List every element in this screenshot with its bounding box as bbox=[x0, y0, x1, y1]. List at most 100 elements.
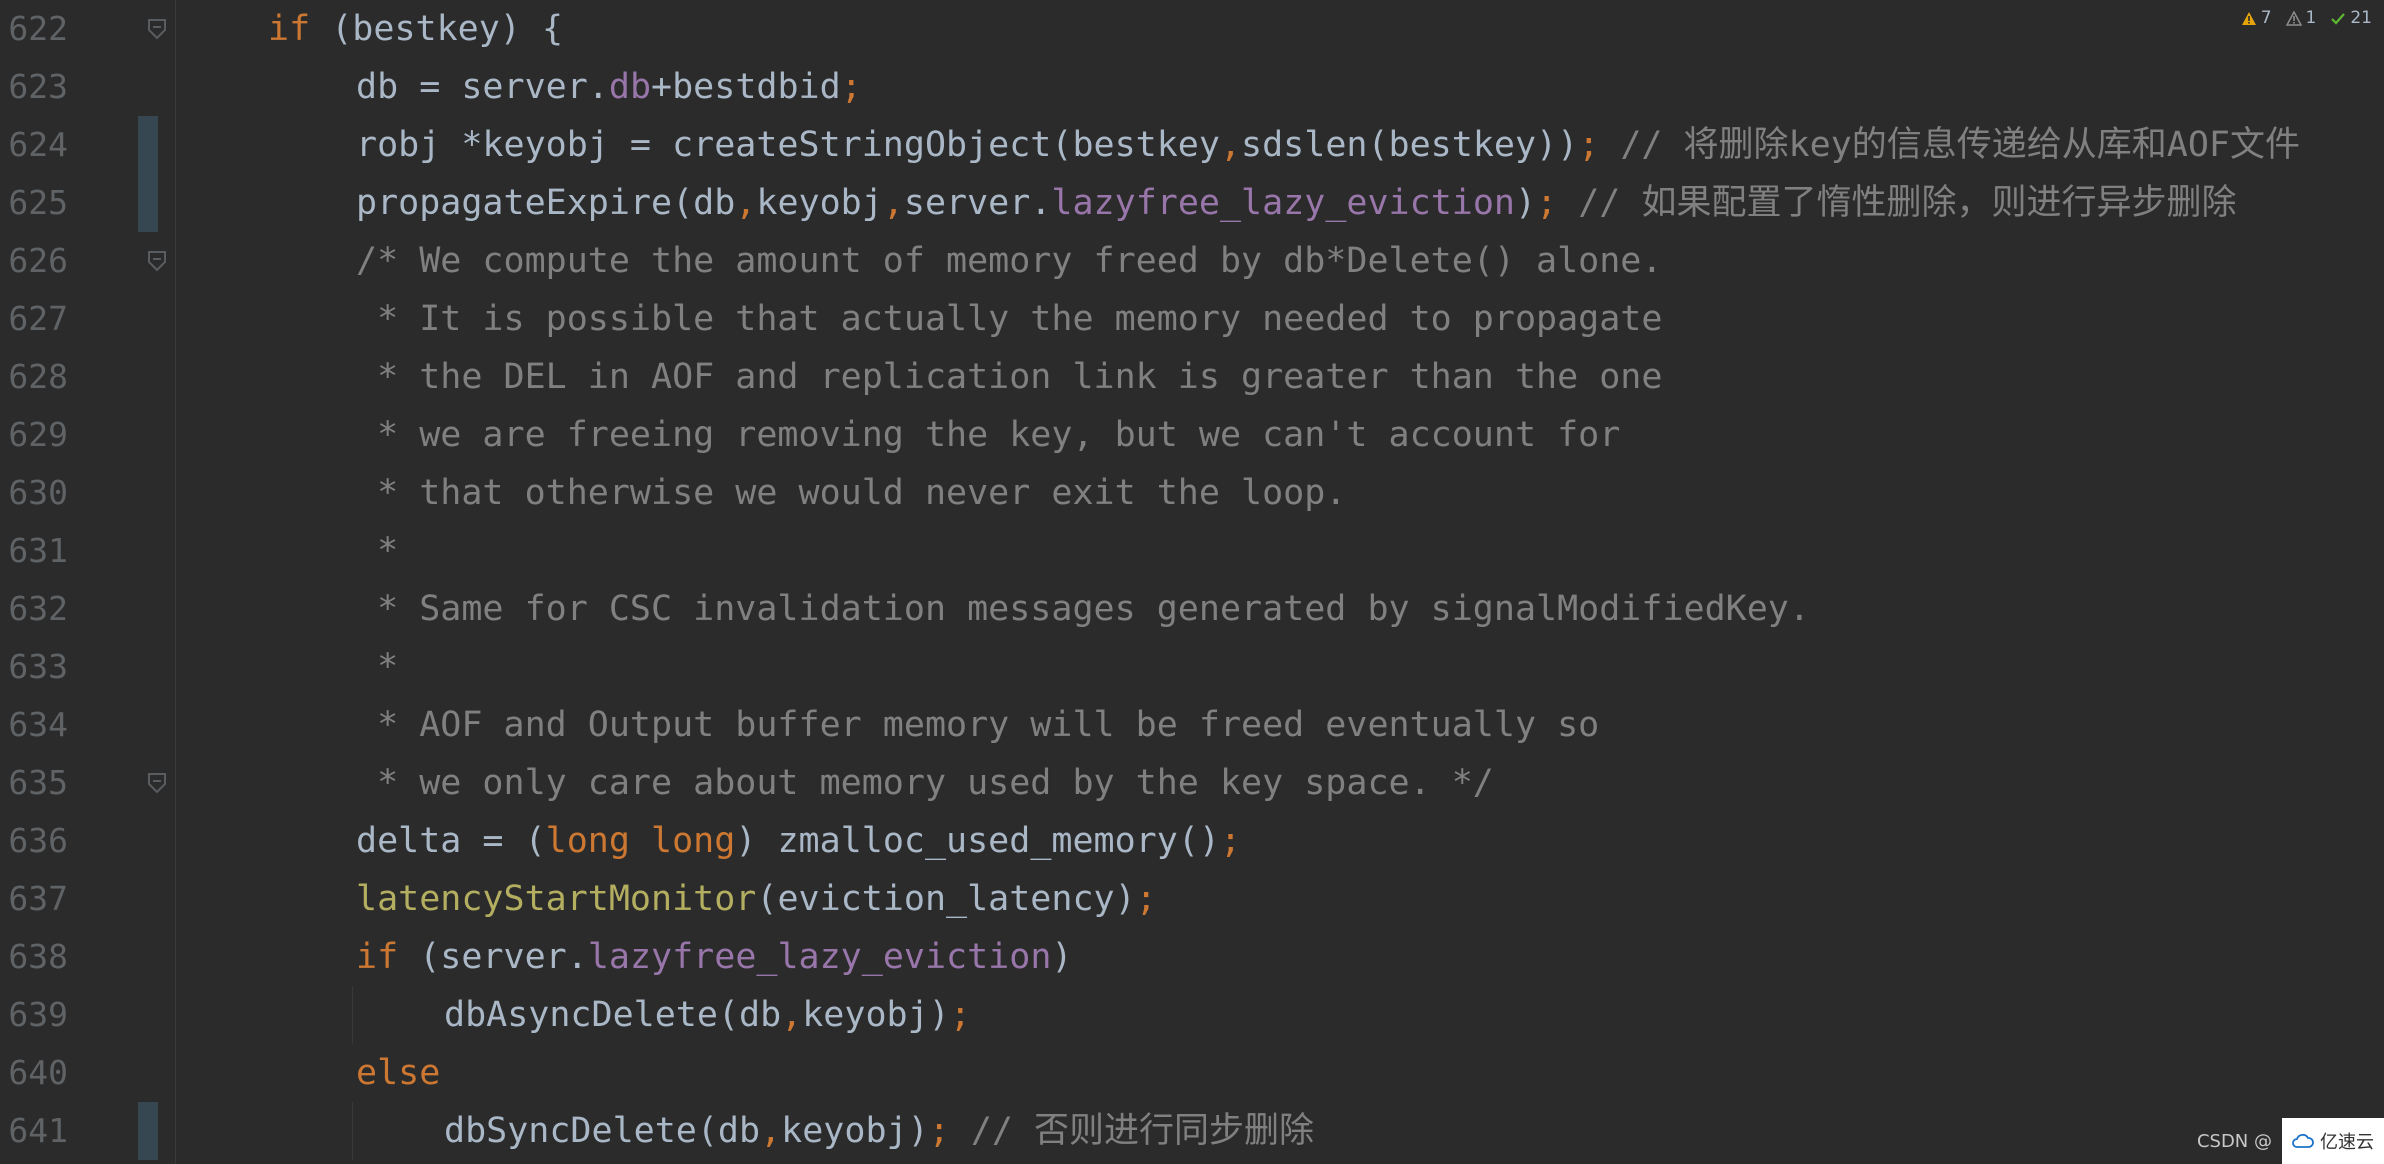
line-number[interactable]: 627 bbox=[0, 290, 68, 348]
line-number[interactable]: 636 bbox=[0, 812, 68, 870]
line-number[interactable]: 624 bbox=[0, 116, 68, 174]
code-line[interactable]: 630 * that otherwise we would never exit… bbox=[0, 464, 2384, 522]
code-text[interactable]: dbAsyncDelete(db,keyobj); bbox=[444, 986, 971, 1044]
line-number[interactable]: 641 bbox=[0, 1102, 68, 1160]
code-line[interactable]: 627 * It is possible that actually the m… bbox=[0, 290, 2384, 348]
indent-guide bbox=[352, 986, 353, 1044]
code-text[interactable]: * bbox=[356, 522, 398, 580]
code-text[interactable]: propagateExpire(db,keyobj,server.lazyfre… bbox=[356, 174, 2236, 232]
code-line[interactable]: 633 * bbox=[0, 638, 2384, 696]
watermark: CSDN @ 亿速云 bbox=[2197, 1118, 2384, 1164]
code-line[interactable]: 639 dbAsyncDelete(db,keyobj); bbox=[0, 986, 2384, 1044]
code-text[interactable]: * Same for CSC invalidation messages gen… bbox=[356, 580, 1810, 638]
code-editor[interactable]: 622 if (bestkey) { 623 db = server.db+bestd… bbox=[0, 0, 2384, 1164]
code-line[interactable]: 634 * AOF and Output buffer memory will … bbox=[0, 696, 2384, 754]
warnings-indicator[interactable]: 7 bbox=[2241, 8, 2272, 28]
code-line[interactable]: 635 * we only care about memory used by … bbox=[0, 754, 2384, 812]
code-token-fld: lazyfree_lazy_eviction bbox=[587, 937, 1052, 977]
line-number[interactable]: 638 bbox=[0, 928, 68, 986]
code-token-op: keyobj bbox=[756, 183, 883, 223]
code-line[interactable]: 625 propagateExpire(db,keyobj,server.lazy… bbox=[0, 174, 2384, 232]
line-number[interactable]: 623 bbox=[0, 58, 68, 116]
code-line[interactable]: 638 if (server.lazyfree_lazy_eviction) bbox=[0, 928, 2384, 986]
code-token-op: ) bbox=[1051, 937, 1073, 977]
brand-name: 亿速云 bbox=[2320, 1132, 2374, 1153]
line-number[interactable]: 629 bbox=[0, 406, 68, 464]
code-line[interactable]: 636 delta = (long long) zmalloc_used_memo… bbox=[0, 812, 2384, 870]
code-token-op: db = server. bbox=[356, 67, 609, 107]
code-token-op: (eviction_latency) bbox=[756, 879, 1136, 919]
inspection-widget[interactable]: 7 1 21 bbox=[2241, 6, 2372, 30]
code-line[interactable]: 641 dbSyncDelete(db,keyobj); // 否则进行同步删除 bbox=[0, 1102, 2384, 1160]
indent-guide bbox=[352, 1102, 353, 1160]
line-number[interactable]: 631 bbox=[0, 522, 68, 580]
code-text[interactable]: * AOF and Output buffer memory will be f… bbox=[356, 696, 1599, 754]
line-number[interactable]: 637 bbox=[0, 870, 68, 928]
vcs-change-marker[interactable] bbox=[138, 1102, 158, 1160]
code-token-kw: if bbox=[356, 937, 399, 977]
line-number[interactable]: 635 bbox=[0, 754, 68, 812]
code-text[interactable]: * that otherwise we would never exit the… bbox=[356, 464, 1346, 522]
code-line[interactable]: 623 db = server.db+bestdbid; bbox=[0, 58, 2384, 116]
ok-indicator[interactable]: 21 bbox=[2330, 8, 2372, 28]
code-text[interactable]: else bbox=[356, 1044, 440, 1102]
line-number[interactable]: 622 bbox=[0, 0, 68, 58]
code-token-cmt: /* We compute the amount of memory freed… bbox=[356, 241, 1663, 281]
code-line[interactable]: 631 * bbox=[0, 522, 2384, 580]
code-line[interactable]: 640 else bbox=[0, 1044, 2384, 1102]
line-number[interactable]: 639 bbox=[0, 986, 68, 1044]
code-text[interactable]: * bbox=[356, 638, 398, 696]
code-line[interactable]: 632 * Same for CSC invalidation messages… bbox=[0, 580, 2384, 638]
fold-marker-icon[interactable] bbox=[145, 249, 169, 273]
code-line[interactable]: 629 * we are freeing removing the key, b… bbox=[0, 406, 2384, 464]
code-text[interactable]: delta = (long long) zmalloc_used_memory(… bbox=[356, 812, 1241, 870]
vcs-change-marker[interactable] bbox=[138, 116, 158, 174]
code-text[interactable]: db = server.db+bestdbid; bbox=[356, 58, 862, 116]
code-text[interactable]: * we are freeing removing the key, but w… bbox=[356, 406, 1620, 464]
code-token-kw: ; bbox=[928, 1111, 950, 1151]
code-line[interactable]: 622 if (bestkey) { bbox=[0, 0, 2384, 58]
code-token-kw: ; bbox=[1578, 125, 1600, 165]
code-token-cmt: * It is possible that actually the memor… bbox=[356, 299, 1663, 339]
code-text[interactable]: * the DEL in AOF and replication link is… bbox=[356, 348, 1662, 406]
code-text[interactable]: * It is possible that actually the memor… bbox=[356, 290, 1662, 348]
code-line[interactable]: 628 * the DEL in AOF and replication lin… bbox=[0, 348, 2384, 406]
code-text[interactable]: robj *keyobj = createStringObject(bestke… bbox=[356, 116, 2300, 174]
code-text[interactable]: * we only care about memory used by the … bbox=[356, 754, 1494, 812]
code-line[interactable]: 637 latencyStartMonitor(eviction_latency)… bbox=[0, 870, 2384, 928]
code-text[interactable]: latencyStartMonitor(eviction_latency); bbox=[356, 870, 1157, 928]
code-token-fn: latencyStartMonitor bbox=[356, 879, 757, 919]
vcs-change-marker[interactable] bbox=[138, 174, 158, 232]
code-text[interactable]: if (bestkey) { bbox=[268, 0, 563, 58]
code-token-op: sdslen(bestkey)) bbox=[1241, 125, 1579, 165]
fold-marker-icon[interactable] bbox=[145, 771, 169, 795]
line-number[interactable]: 626 bbox=[0, 232, 68, 290]
code-text[interactable]: /* We compute the amount of memory freed… bbox=[356, 232, 1662, 290]
code-token-kw: else bbox=[356, 1053, 441, 1093]
code-token-kw: , bbox=[1219, 125, 1242, 165]
fold-marker-icon[interactable] bbox=[145, 17, 169, 41]
code-token-op: (server. bbox=[398, 937, 588, 977]
code-token-op: delta = ( bbox=[356, 821, 546, 861]
weak-warnings-count: 1 bbox=[2305, 8, 2317, 28]
code-token-cmt: * we are freeing removing the key, but w… bbox=[356, 415, 1621, 455]
line-number[interactable]: 628 bbox=[0, 348, 68, 406]
line-number[interactable]: 630 bbox=[0, 464, 68, 522]
line-number[interactable]: 634 bbox=[0, 696, 68, 754]
check-icon bbox=[2331, 12, 2346, 25]
weak-warnings-indicator[interactable]: 1 bbox=[2285, 8, 2317, 28]
line-number[interactable]: 633 bbox=[0, 638, 68, 696]
code-text[interactable]: if (server.lazyfree_lazy_eviction) bbox=[356, 928, 1072, 986]
code-line[interactable]: 624 robj *keyobj = createStringObject(bes… bbox=[0, 116, 2384, 174]
code-token-op: dbAsyncDelete(db bbox=[444, 995, 782, 1035]
line-number[interactable]: 625 bbox=[0, 174, 68, 232]
line-number[interactable]: 632 bbox=[0, 580, 68, 638]
code-token-op: dbSyncDelete(db bbox=[444, 1111, 761, 1151]
code-token-op: robj *keyobj = createStringObject(bestke… bbox=[356, 125, 1220, 165]
code-token-kw: , bbox=[760, 1111, 782, 1151]
code-text[interactable]: dbSyncDelete(db,keyobj); // 否则进行同步删除 bbox=[444, 1102, 1314, 1160]
code-line[interactable]: 626 /* We compute the amount of memory fr… bbox=[0, 232, 2384, 290]
ok-count: 21 bbox=[2350, 8, 2372, 28]
line-number[interactable]: 640 bbox=[0, 1044, 68, 1102]
weak-warning-icon bbox=[2285, 10, 2302, 26]
